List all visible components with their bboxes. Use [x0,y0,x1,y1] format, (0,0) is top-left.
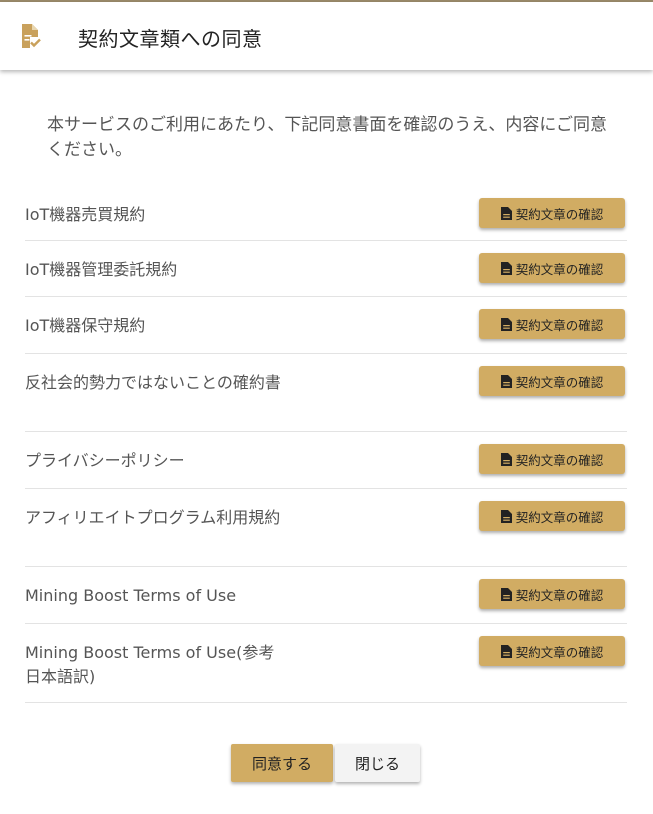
document-row: IoT機器保守規約 契約文章の確認 [25,297,627,354]
view-document-button[interactable]: 契約文章の確認 [479,636,625,666]
document-icon [500,509,512,523]
document-row: IoT機器管理委託規約 契約文章の確認 [25,241,627,297]
view-document-button[interactable]: 契約文章の確認 [479,309,625,339]
document-check-icon [22,24,41,48]
document-row: プライバシーポリシー 契約文章の確認 [25,432,627,489]
view-document-label: 契約文章の確認 [515,644,604,660]
view-document-label: 契約文章の確認 [515,261,604,277]
close-button[interactable]: 閉じる [335,744,420,782]
document-list: IoT機器売買規約 契約文章の確認 IoT機器管理委託規約 契約文章の確認 Io… [25,186,627,703]
document-label: アフィリエイトプログラム利用規約 [25,508,281,527]
document-label: IoT機器保守規約 [25,316,146,335]
document-row: Mining Boost Terms of Use 契約文章の確認 [25,567,627,624]
dialog-footer: 同意する 閉じる [231,744,420,782]
document-row: アフィリエイトプログラム利用規約 契約文章の確認 [25,489,627,567]
document-label: Mining Boost Terms of Use [25,586,237,605]
view-document-label: 契約文章の確認 [515,452,604,468]
document-icon [500,587,512,601]
agree-button[interactable]: 同意する [231,744,333,782]
document-label: プライバシーポリシー [25,451,185,470]
view-document-button[interactable]: 契約文章の確認 [479,444,625,474]
view-document-label: 契約文章の確認 [515,587,604,603]
document-icon [500,374,512,388]
document-row: Mining Boost Terms of Use(参考日本語訳) 契約文章の確… [25,624,627,703]
document-label: Mining Boost Terms of Use(参考日本語訳) [25,643,275,686]
intro-text: 本サービスのご利用にあたり、下記同意書面を確認のうえ、内容にご同意ください。 [47,115,607,160]
dialog-header: 契約文章類への同意 [0,2,653,70]
document-row: IoT機器売買規約 契約文章の確認 [25,186,627,241]
document-label: 反社会的勢力ではないことの確約書 [25,373,281,392]
view-document-label: 契約文章の確認 [515,206,604,222]
view-document-button[interactable]: 契約文章の確認 [479,253,625,283]
dialog-title: 契約文章類への同意 [78,27,263,51]
document-icon [500,644,512,658]
document-label: IoT機器管理委託規約 [25,260,178,279]
document-row: 反社会的勢力ではないことの確約書 契約文章の確認 [25,354,627,432]
view-document-button[interactable]: 契約文章の確認 [479,579,625,609]
view-document-label: 契約文章の確認 [515,374,604,390]
document-icon [500,317,512,331]
document-icon [500,452,512,466]
view-document-label: 契約文章の確認 [515,509,604,525]
document-icon [500,261,512,275]
document-label: IoT機器売買規約 [25,205,146,224]
view-document-button[interactable]: 契約文章の確認 [479,501,625,531]
view-document-label: 契約文章の確認 [515,317,604,333]
document-icon [500,206,512,220]
view-document-button[interactable]: 契約文章の確認 [479,198,625,228]
view-document-button[interactable]: 契約文章の確認 [479,366,625,396]
